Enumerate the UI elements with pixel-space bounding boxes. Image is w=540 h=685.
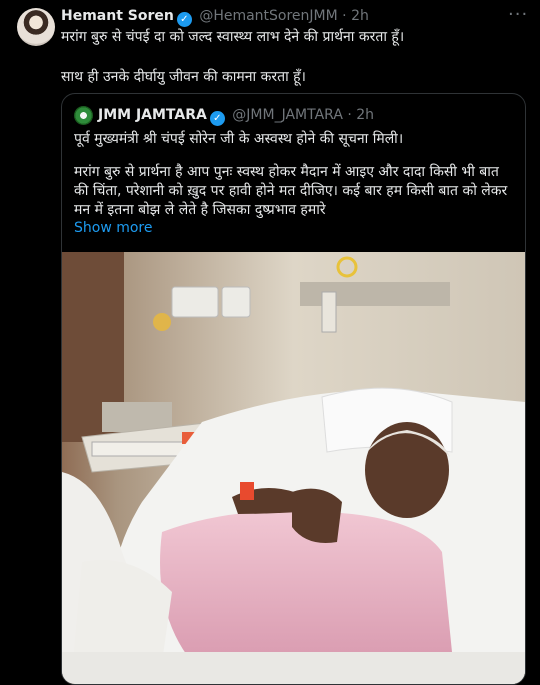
quoted-verified-badge-icon: ✓ <box>209 111 225 126</box>
quoted-tweet[interactable]: JMM JAMTARA ✓ @JMM_JAMTARA · 2h पूर्व मुख… <box>61 93 526 685</box>
header-separator: · <box>342 8 347 24</box>
quoted-author-handle: @JMM_JAMTARA <box>232 107 343 123</box>
quoted-author-avatar <box>74 106 93 125</box>
quoted-author-name: JMM JAMTARA <box>98 107 207 123</box>
tweet-line-2: साथ ही उनके दीर्घायु जीवन की कामना करता … <box>61 69 306 85</box>
quoted-line-1: पूर्व मुख्यमंत्री श्री चंपई सोरेन जी के … <box>74 131 404 147</box>
show-more-link[interactable]: Show more <box>74 220 153 236</box>
author-avatar[interactable] <box>17 8 55 46</box>
verified-badge-icon: ✓ <box>176 12 192 27</box>
quoted-separator: · <box>347 107 352 123</box>
quoted-text: पूर्व मुख्यमंत्री श्री चंपई सोरेन जी के … <box>74 130 514 220</box>
tweet[interactable]: Hemant Soren ✓ @HemantSorenJMM · 2h ··· म… <box>0 0 540 685</box>
author-handle[interactable]: @HemantSorenJMM <box>199 8 337 24</box>
hospital-bed-photo: T.M.H <box>62 252 525 684</box>
more-horizontal-icon[interactable]: ··· <box>508 4 528 25</box>
quoted-header: JMM JAMTARA ✓ @JMM_JAMTARA · 2h <box>98 106 374 126</box>
quoted-line-2: मरांग बुरु से प्रार्थना है आप पुनः स्वस्… <box>74 164 508 218</box>
author-name[interactable]: Hemant Soren <box>61 8 174 24</box>
quoted-time: 2h <box>356 107 375 123</box>
tweet-time[interactable]: 2h <box>351 8 369 24</box>
attached-photo[interactable]: T.M.H <box>62 252 525 684</box>
tweet-text: मरांग बुरु से चंपई दा को जल्द स्वास्थ्य … <box>61 27 526 87</box>
tweet-header: Hemant Soren ✓ @HemantSorenJMM · 2h <box>61 7 369 27</box>
tweet-line-1: मरांग बुरु से चंपई दा को जल्द स्वास्थ्य … <box>61 29 405 45</box>
